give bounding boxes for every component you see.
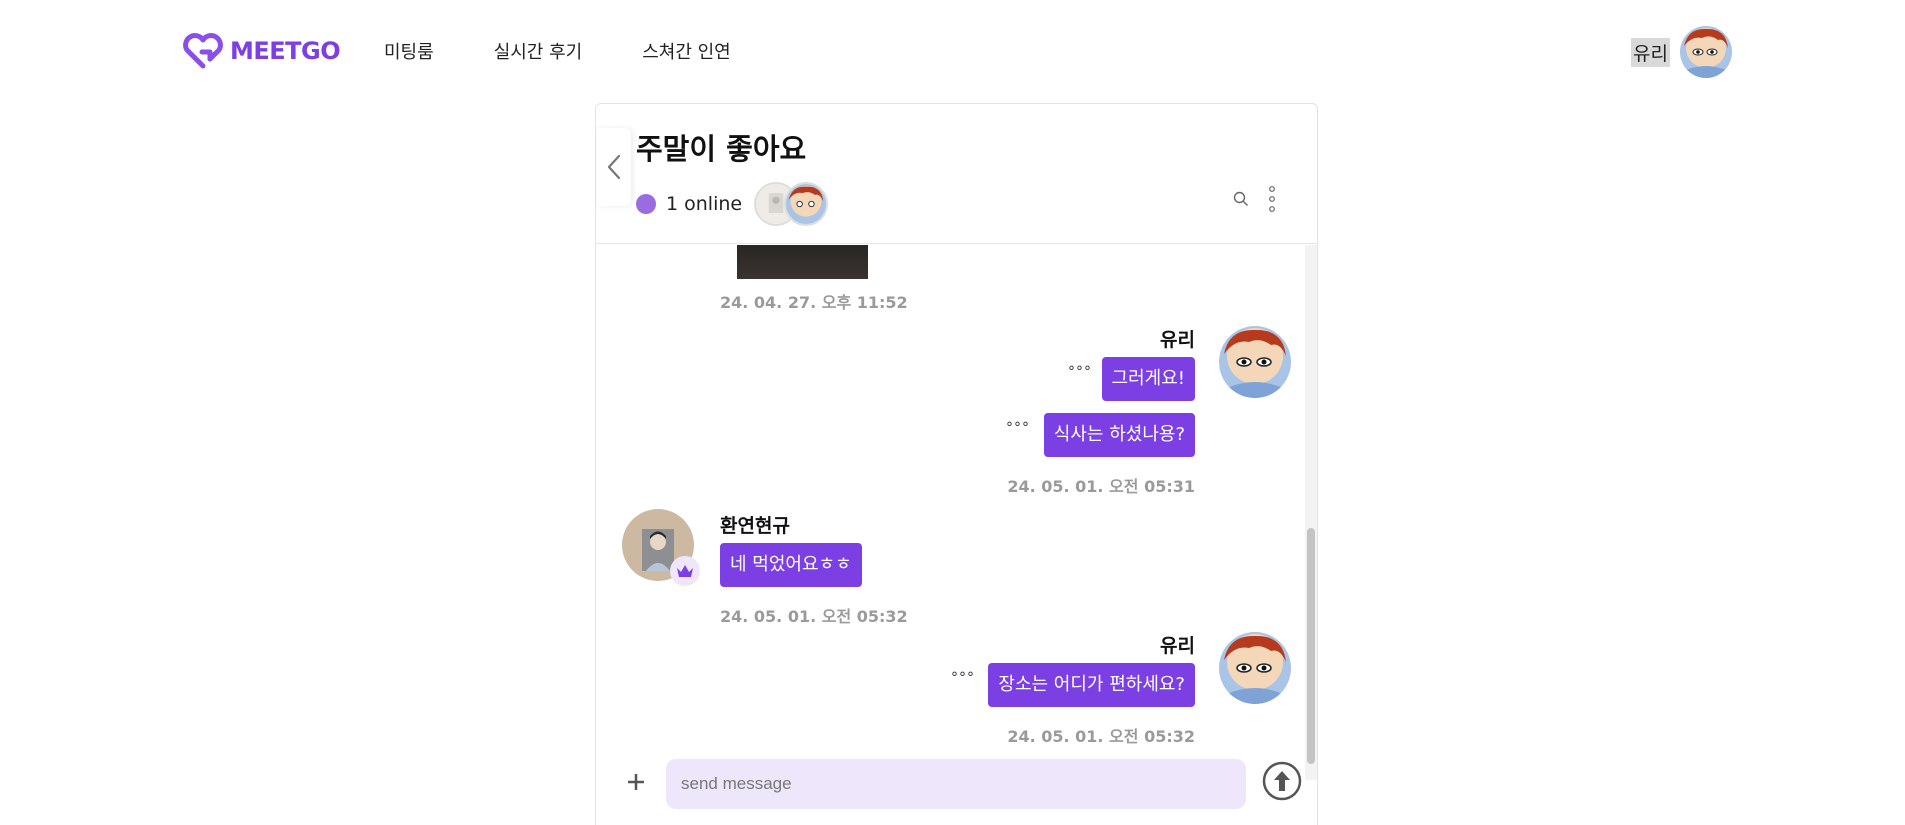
- more-vertical-icon[interactable]: [1267, 186, 1277, 212]
- header-actions: [1233, 186, 1277, 212]
- nav-links: 미팅룸 실시간 후기 스쳐간 인연: [384, 38, 731, 64]
- room-title: 주말이 좋아요: [636, 132, 807, 166]
- online-count: 1 online: [666, 193, 743, 215]
- online-dot: [636, 194, 656, 214]
- message-list[interactable]: 24. 04. 27. 오후 11:52 유리 °°° 그러게요! °°° 식사…: [596, 245, 1317, 825]
- scrollbar-thumb[interactable]: [1307, 528, 1315, 764]
- message-bubble[interactable]: 네 먹었어요ㅎㅎ: [720, 543, 862, 587]
- message-timestamp: 24. 04. 27. 오후 11:52: [720, 293, 908, 312]
- scrollbar-track[interactable]: [1305, 245, 1317, 780]
- sender-name: 유리: [1160, 329, 1195, 351]
- nav-link-live-reviews[interactable]: 실시간 후기: [494, 38, 583, 64]
- crown-icon: [677, 565, 693, 577]
- member-avatars[interactable]: [754, 182, 829, 226]
- message-bubble[interactable]: 식사는 하셨나용?: [1043, 413, 1195, 457]
- online-status: 1 online: [636, 182, 829, 226]
- nav-link-meeting-room[interactable]: 미팅룸: [384, 38, 434, 64]
- arrow-up-circle-icon[interactable]: [1262, 761, 1302, 801]
- message-timestamp: 24. 05. 01. 오전 05:32: [720, 607, 908, 626]
- member-avatar[interactable]: [784, 182, 829, 226]
- back-button[interactable]: [596, 128, 631, 206]
- meetgo-logo[interactable]: MEETGO: [182, 32, 341, 70]
- message-bubble[interactable]: 장소는 어디가 편하세요?: [988, 663, 1195, 707]
- message-composer: [596, 759, 1317, 825]
- image-message[interactable]: [737, 245, 868, 279]
- host-badge: [670, 556, 700, 586]
- message-timestamp: 24. 05. 01. 오전 05:31: [1007, 477, 1195, 496]
- plus-icon[interactable]: [624, 770, 648, 794]
- brand-name: MEETGO: [230, 37, 341, 65]
- chat-header: 주말이 좋아요 1 online: [596, 104, 1317, 244]
- search-icon[interactable]: [1233, 191, 1249, 207]
- sender-name: 환연현규: [720, 515, 790, 537]
- chevron-left-icon: [607, 154, 620, 180]
- nav-link-past-connections[interactable]: 스쳐간 인연: [642, 38, 731, 64]
- message-timestamp: 24. 05. 01. 오전 05:32: [1007, 727, 1195, 746]
- unread-indicator: °°°: [951, 670, 975, 686]
- user-menu[interactable]: 유리: [1631, 26, 1732, 78]
- chat-room-panel: 주말이 좋아요 1 online 24. 04. 27. 오후 11:52 유리…: [595, 103, 1318, 825]
- top-nav: MEETGO 미팅룸 실시간 후기 스쳐간 인연 유리: [0, 0, 1905, 102]
- user-name: 유리: [1631, 37, 1670, 67]
- sender-name: 유리: [1160, 635, 1195, 657]
- sender-avatar[interactable]: [1219, 632, 1291, 704]
- unread-indicator: °°°: [1068, 364, 1092, 380]
- sender-avatar[interactable]: [1219, 326, 1291, 398]
- message-bubble[interactable]: 그러게요!: [1101, 357, 1195, 401]
- unread-indicator: °°°: [1006, 420, 1030, 436]
- heart-logo-icon: [183, 33, 223, 69]
- user-avatar[interactable]: [1680, 26, 1732, 78]
- message-input[interactable]: [666, 759, 1246, 809]
